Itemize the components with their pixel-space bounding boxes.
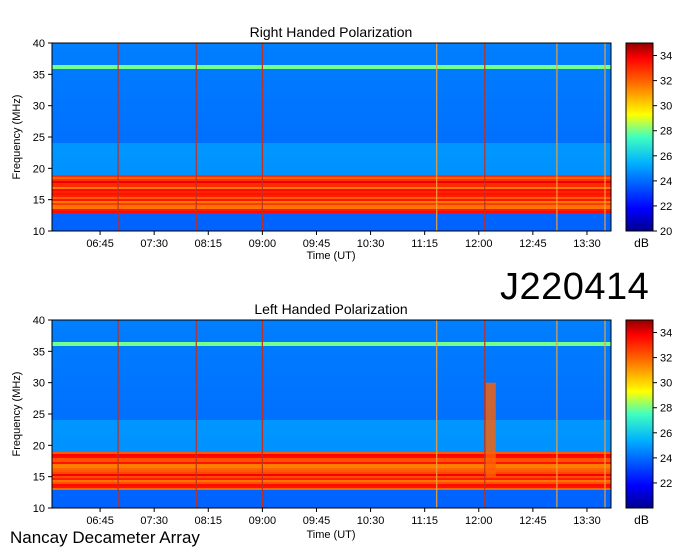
- y-tick-label: 15: [33, 472, 45, 484]
- x-tick-label: 09:45: [303, 238, 331, 250]
- colorbar-gradient: [625, 319, 654, 509]
- y-tick-label: 30: [33, 101, 45, 113]
- y-tick-label: 25: [33, 132, 45, 144]
- x-axis: 06:45 07:30 08:15 09:00 09:45 10:30 11:15 12:00…: [86, 508, 601, 527]
- colorbar: 22 24 26 28 30 32 34 dB: [625, 319, 672, 527]
- observatory-name: Nancay Decameter Array: [10, 528, 200, 547]
- spectrogram-heatmap: [52, 43, 611, 232]
- x-tick-label: 08:15: [195, 238, 223, 250]
- panel-title: Left Handed Polarization: [254, 301, 407, 317]
- colorbar-tick-label: 24: [660, 453, 672, 465]
- y-tick-label: 10: [33, 226, 45, 238]
- y-tick-label: 20: [33, 440, 45, 452]
- spectrogram-heatmap: [52, 320, 611, 509]
- x-tick-label: 06:45: [86, 515, 114, 527]
- x-tick-label: 12:45: [519, 515, 547, 527]
- x-tick-label: 09:00: [249, 515, 277, 527]
- y-tick-label: 40: [33, 315, 45, 327]
- colorbar-tick-label: 26: [660, 151, 672, 163]
- y-axis: 10 15 20 25 30 35 40: [33, 315, 52, 515]
- panel-title: Right Handed Polarization: [250, 24, 413, 40]
- x-tick-label: 10:30: [357, 238, 385, 250]
- colorbar-tick-label: 34: [660, 328, 672, 340]
- y-tick-label: 35: [33, 346, 45, 358]
- colorbar-label: dB: [634, 236, 649, 250]
- x-tick-label: 07:30: [140, 238, 168, 250]
- colorbar-gradient: [625, 42, 654, 232]
- x-axis-label: Time (UT): [306, 529, 355, 541]
- x-tick-label: 12:00: [465, 515, 493, 527]
- y-tick-label: 10: [33, 503, 45, 515]
- x-tick-label: 09:00: [249, 238, 277, 250]
- x-tick-label: 13:30: [573, 515, 601, 527]
- x-tick-label: 11:15: [411, 238, 438, 250]
- x-tick-label: 11:15: [411, 515, 438, 527]
- x-tick-label: 06:45: [86, 238, 114, 250]
- colorbar-tick-label: 30: [660, 378, 672, 390]
- colorbar-label: dB: [634, 513, 649, 527]
- y-tick-label: 35: [33, 69, 45, 81]
- colorbar: 20 22 24 26 28 30 32 34 dB: [625, 42, 672, 250]
- station-id: J220414: [500, 266, 650, 308]
- right-polarization-panel: Right Handed Polarization 10 15 20 25 30 35 40…: [11, 24, 672, 262]
- colorbar-tick-label: 32: [660, 353, 672, 365]
- x-axis-label: Time (UT): [306, 250, 355, 262]
- y-tick-label: 15: [33, 195, 45, 207]
- x-tick-label: 10:30: [357, 515, 385, 527]
- x-tick-label: 07:30: [140, 515, 168, 527]
- y-axis-label: Frequency (MHz): [11, 95, 23, 180]
- y-tick-label: 20: [33, 163, 45, 175]
- colorbar-tick-label: 22: [660, 478, 672, 490]
- y-axis: 10 15 20 25 30 35 40: [33, 38, 52, 238]
- colorbar-tick-label: 28: [660, 403, 672, 415]
- x-tick-label: 12:45: [519, 238, 547, 250]
- x-tick-label: 12:00: [465, 238, 493, 250]
- x-tick-label: 13:30: [573, 238, 601, 250]
- emission-burst: [485, 382, 496, 477]
- colorbar-tick-label: 28: [660, 126, 672, 138]
- colorbar-tick-label: 24: [660, 176, 672, 188]
- left-polarization-panel: Left Handed Polarization 10152025303540 …: [11, 301, 672, 541]
- x-tick-label: 09:45: [303, 515, 331, 527]
- colorbar-tick-label: 22: [660, 201, 672, 213]
- colorbar-tick-label: 26: [660, 428, 672, 440]
- colorbar-tick-label: 30: [660, 101, 672, 113]
- colorbar-tick-label: 32: [660, 76, 672, 88]
- colorbar-tick-label: 20: [660, 226, 672, 238]
- x-tick-label: 08:15: [195, 515, 223, 527]
- x-axis: 06:45 07:30 08:15 09:00 09:45 10:30 11:15 12:00…: [86, 231, 601, 250]
- y-axis-label: Frequency (MHz): [11, 372, 23, 457]
- y-tick-label: 30: [33, 378, 45, 390]
- y-tick-label: 25: [33, 409, 45, 421]
- y-tick-label: 40: [33, 38, 45, 50]
- colorbar-tick-label: 34: [660, 51, 672, 63]
